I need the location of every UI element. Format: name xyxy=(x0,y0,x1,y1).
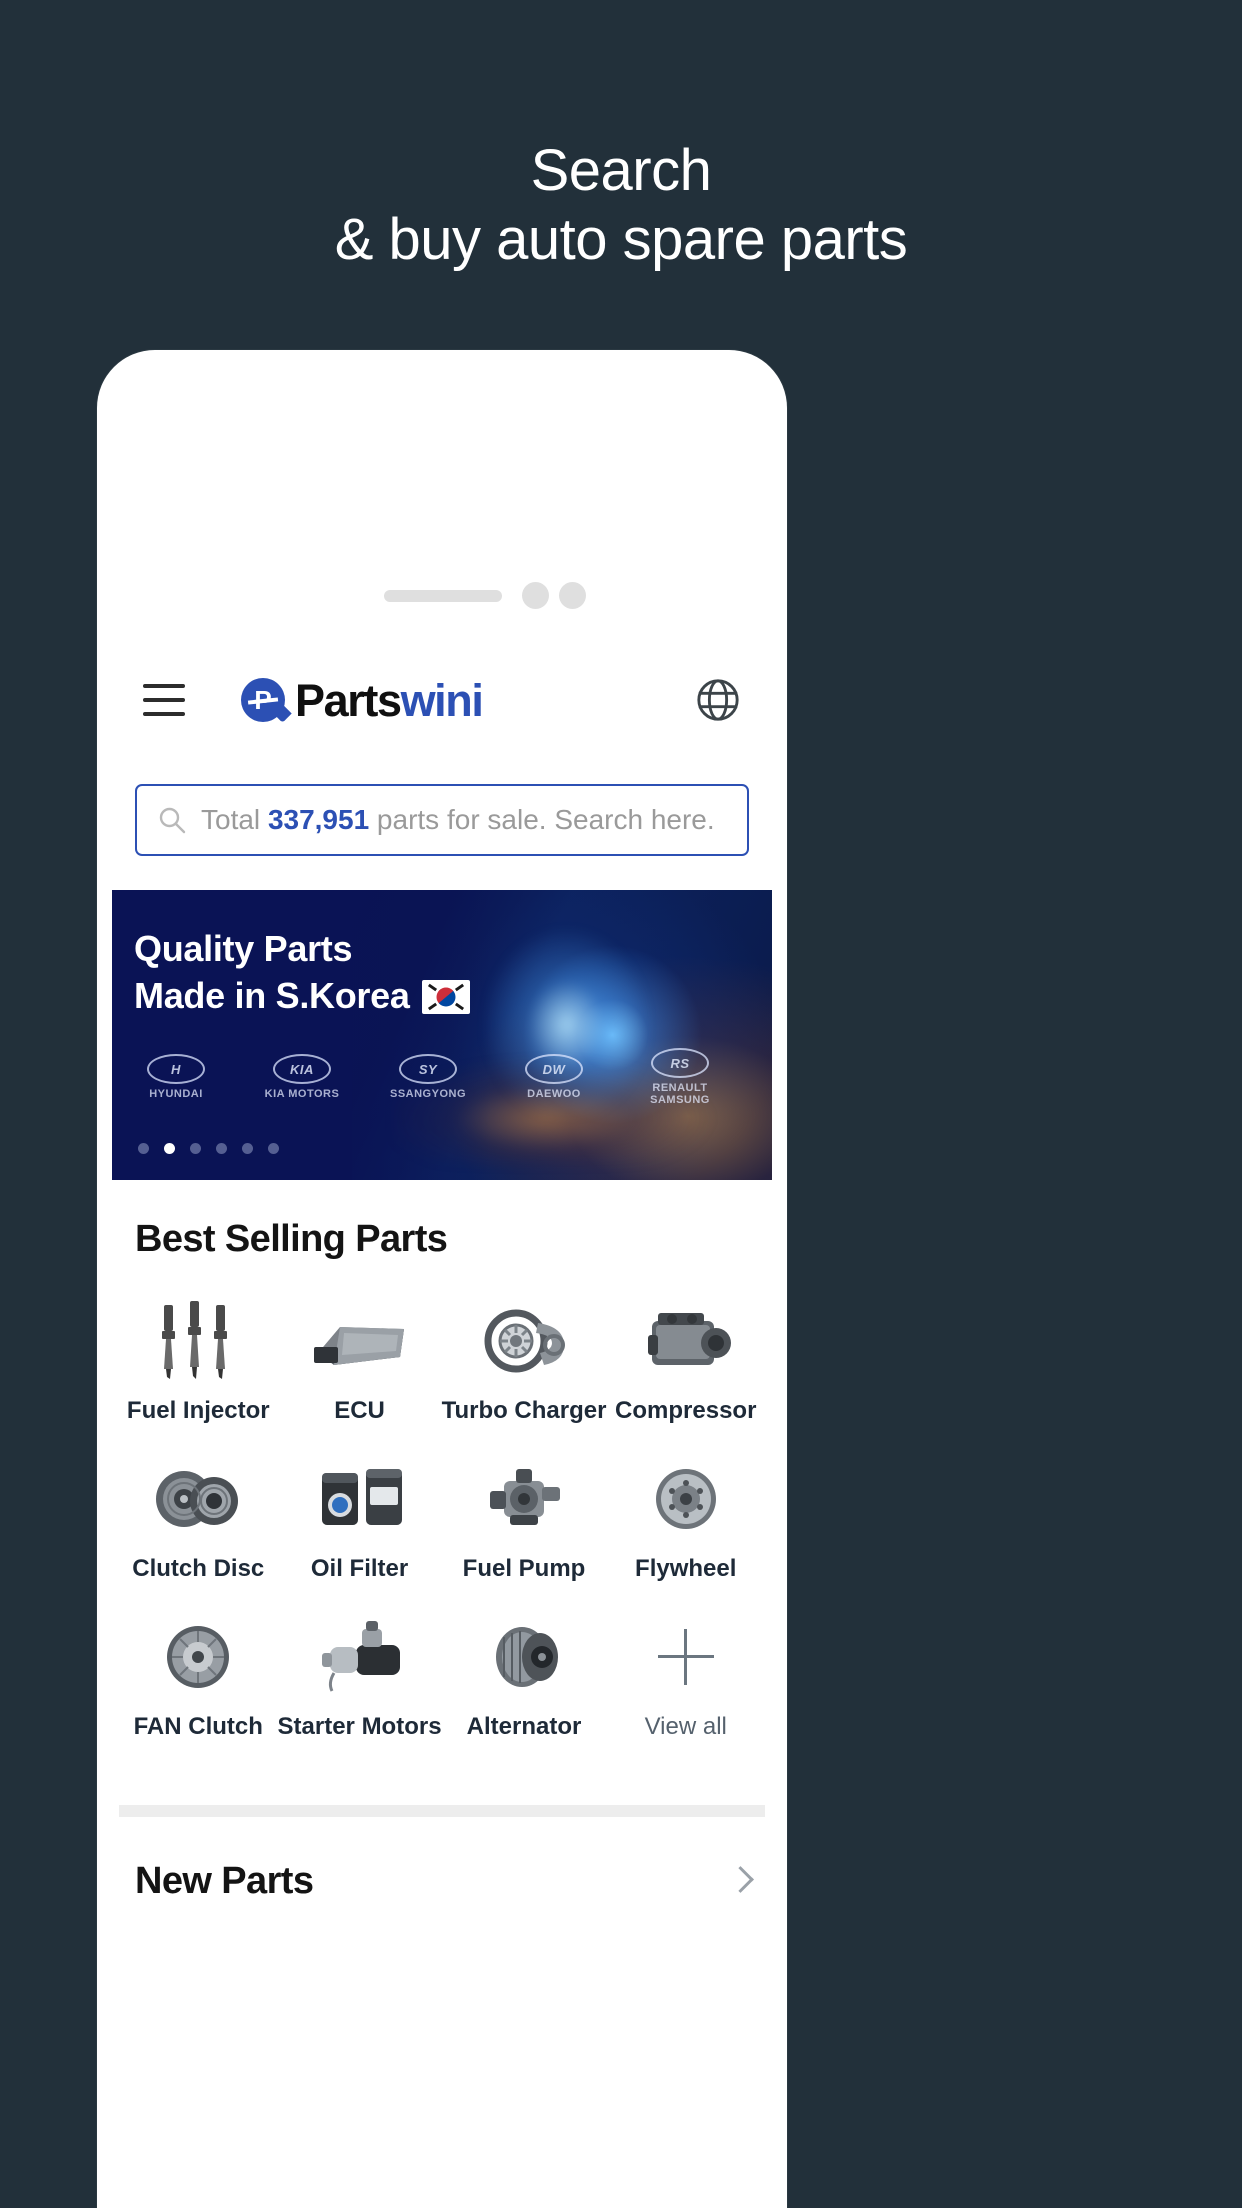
category-label: Flywheel xyxy=(635,1555,737,1582)
hamburger-bar xyxy=(143,712,185,716)
search-suffix: parts for sale. Search here. xyxy=(369,804,715,835)
category-label: Compressor xyxy=(615,1397,757,1424)
phone-sensor-dot xyxy=(522,582,549,609)
hamburger-bar xyxy=(143,684,185,688)
category-tile-turbo-charger[interactable]: Turbo Charger xyxy=(441,1295,607,1425)
best-selling-grid: Fuel Injector ECU Turbo Charger Compress… xyxy=(119,1295,765,1741)
brand-logo-daewoo: DW DAEWOO xyxy=(508,1054,600,1100)
phone-earpiece xyxy=(384,590,502,602)
search-icon xyxy=(159,807,186,834)
carousel-dot[interactable] xyxy=(268,1143,279,1154)
carousel-dot[interactable] xyxy=(164,1143,175,1154)
clutch-disc-icon xyxy=(138,1453,258,1545)
promo-headline-line1: Search xyxy=(530,138,712,203)
category-tile-ecu[interactable]: ECU xyxy=(278,1295,442,1425)
plus-icon xyxy=(626,1611,746,1703)
brand-logo-label: RENAULT SAMSUNG xyxy=(650,1082,710,1106)
taegeuk xyxy=(436,987,456,1007)
brand-word-parts: Parts xyxy=(295,674,402,726)
brand-wordmark: Partswini xyxy=(295,674,484,726)
carousel-dot[interactable] xyxy=(216,1143,227,1154)
search-prefix: Total xyxy=(201,804,268,835)
category-tile-compressor[interactable]: Compressor xyxy=(606,1295,765,1425)
best-selling-title: Best Selling Parts xyxy=(135,1218,448,1260)
app-header: P Partswini xyxy=(97,650,787,750)
brand-mark-icon: DW xyxy=(508,1054,600,1084)
new-parts-header[interactable]: New Parts xyxy=(135,1860,753,1903)
category-tile-fuel-pump[interactable]: Fuel Pump xyxy=(442,1453,607,1583)
phone-camera-dot xyxy=(559,582,586,609)
category-label: FAN Clutch xyxy=(133,1713,263,1740)
category-label: Oil Filter xyxy=(310,1555,409,1582)
category-tile-alternator[interactable]: Alternator xyxy=(442,1611,607,1741)
category-tile-starter-motors[interactable]: Starter Motors xyxy=(278,1611,442,1741)
category-tile-flywheel[interactable]: Flywheel xyxy=(606,1453,765,1583)
section-divider xyxy=(119,1805,765,1817)
carousel-dot[interactable] xyxy=(138,1143,149,1154)
category-tile-fuel-injector[interactable]: Fuel Injector xyxy=(119,1295,278,1425)
south-korea-flag-icon xyxy=(421,979,470,1014)
promo-banner-carousel[interactable]: Quality Parts Made in S.Korea H HYUNDAI KI… xyxy=(112,890,772,1180)
plus-icon xyxy=(657,1629,714,1685)
brand-word-wini: wini xyxy=(400,674,484,726)
fuel-pump-icon xyxy=(464,1453,584,1545)
carousel-dot[interactable] xyxy=(242,1143,253,1154)
brand-logo[interactable]: P Partswini xyxy=(241,674,484,726)
banner-brand-logos: H HYUNDAI KIA KIA MOTORS SY SSANGYONG DW DAEWOO… xyxy=(130,1046,730,1108)
brand-logo-kia-motors: KIA KIA MOTORS xyxy=(256,1054,348,1100)
brand-mark-icon: SY xyxy=(382,1054,474,1084)
category-tile-oil-filter[interactable]: Oil Filter xyxy=(278,1453,442,1583)
promo-headline: Search & buy auto spare parts xyxy=(0,140,1242,271)
carousel-dot[interactable] xyxy=(190,1143,201,1154)
category-label: View all xyxy=(644,1713,727,1740)
category-tile-clutch-disc[interactable]: Clutch Disc xyxy=(119,1453,278,1583)
partswini-badge-icon: P xyxy=(241,678,285,722)
banner-title-line1: Quality Parts xyxy=(134,928,353,969)
oil-filter-icon xyxy=(300,1453,420,1545)
brand-logo-hyundai: H HYUNDAI xyxy=(130,1054,222,1100)
banner-title: Quality Parts Made in S.Korea xyxy=(134,926,470,1020)
banner-title-line2: Made in S.Korea xyxy=(134,974,410,1016)
brand-logo-renault-samsung: RS RENAULT SAMSUNG xyxy=(634,1048,726,1106)
compressor-icon xyxy=(626,1295,746,1387)
category-label: Fuel Pump xyxy=(462,1555,586,1582)
brand-logo-label: DAEWOO xyxy=(527,1088,581,1100)
turbo-charger-icon xyxy=(464,1295,584,1387)
category-label: Alternator xyxy=(466,1713,582,1740)
brand-mark-icon: H xyxy=(130,1054,222,1084)
brand-logo-label: KIA MOTORS xyxy=(264,1088,340,1100)
brand-mark-icon: KIA xyxy=(256,1054,348,1084)
category-tile-fan-clutch[interactable]: FAN Clutch xyxy=(119,1611,278,1741)
hamburger-bar xyxy=(143,698,185,702)
alternator-icon xyxy=(464,1611,584,1703)
hamburger-menu-icon[interactable] xyxy=(143,684,185,716)
brand-logo-label: HYUNDAI xyxy=(149,1088,203,1100)
category-label: Fuel Injector xyxy=(126,1397,270,1424)
search-placeholder: Total 337,951 parts for sale. Search her… xyxy=(201,804,715,836)
carousel-dots[interactable] xyxy=(138,1143,279,1154)
globe-icon[interactable] xyxy=(695,677,741,723)
category-label: Turbo Charger xyxy=(441,1397,607,1424)
flywheel-icon xyxy=(626,1453,746,1545)
phone-mockup: P Partswini Total 337,951 parts for sale xyxy=(97,350,787,2208)
new-parts-title: New Parts xyxy=(135,1860,314,1902)
brand-logo-ssangyong: SY SSANGYONG xyxy=(382,1054,474,1100)
promo-headline-line2: & buy auto spare parts xyxy=(334,207,908,273)
category-label: Clutch Disc xyxy=(132,1555,265,1582)
category-label: Starter Motors xyxy=(277,1713,442,1740)
view-all-button[interactable]: View all xyxy=(606,1611,765,1741)
brand-logo-label: SSANGYONG xyxy=(389,1088,466,1100)
search-input[interactable]: Total 337,951 parts for sale. Search her… xyxy=(135,784,749,856)
ecu-icon xyxy=(300,1295,420,1387)
category-label: ECU xyxy=(334,1397,385,1424)
fuel-injector-icon xyxy=(138,1295,258,1387)
app-store-promo-screenshot: Search & buy auto spare parts P Partswin… xyxy=(0,0,1242,2208)
chevron-right-icon[interactable] xyxy=(729,1866,747,1898)
starter-motor-icon xyxy=(300,1611,420,1703)
search-count: 337,951 xyxy=(267,804,370,835)
fan-clutch-icon xyxy=(138,1611,258,1703)
brand-mark-icon: RS xyxy=(634,1048,726,1078)
